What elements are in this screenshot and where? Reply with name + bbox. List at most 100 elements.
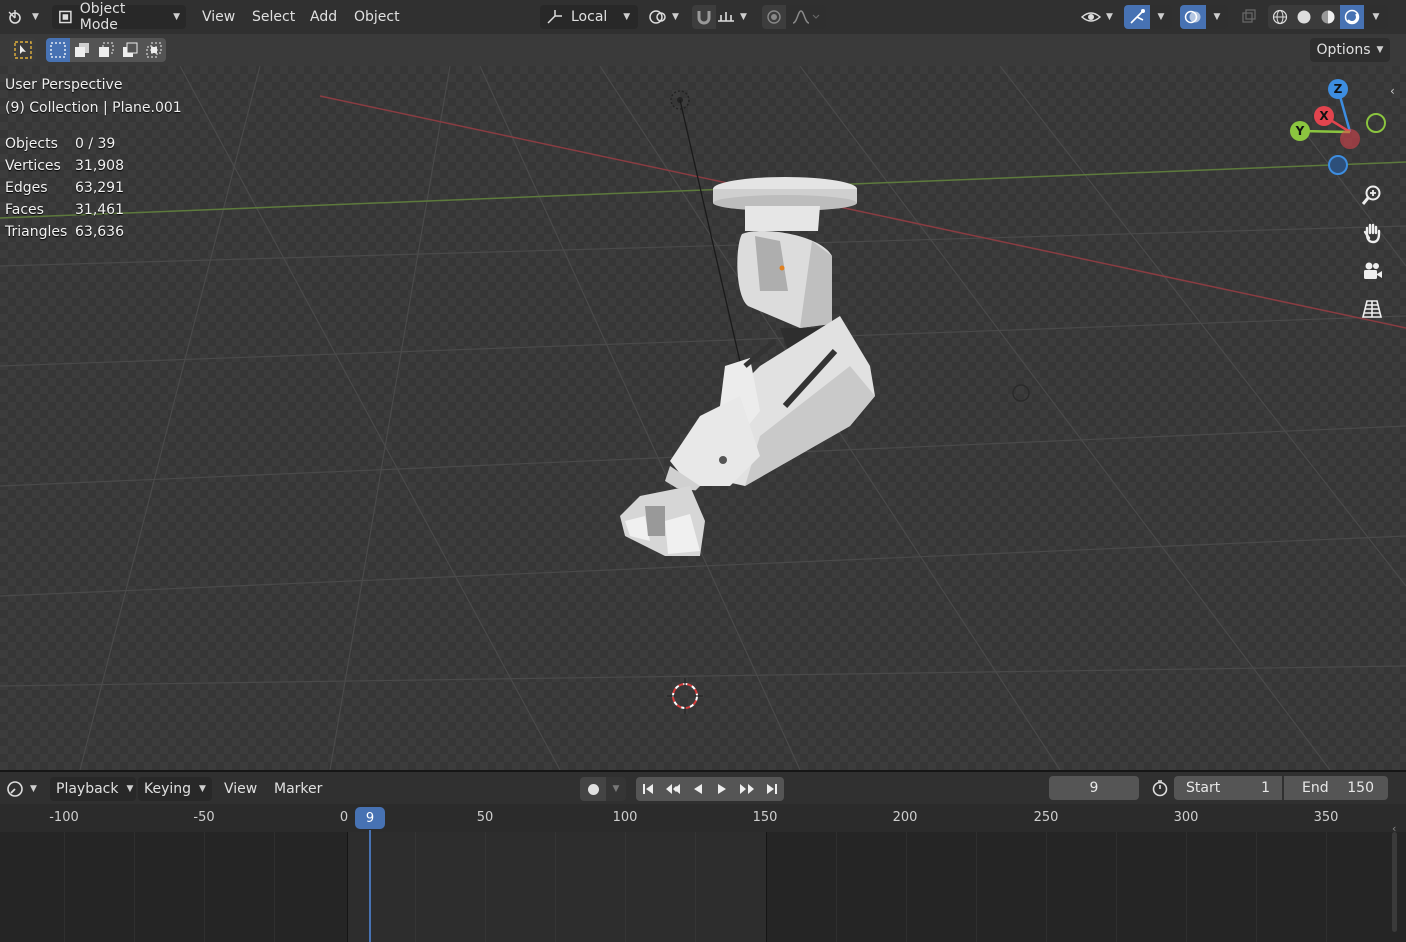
gizmo-z-axis[interactable]: Z [1328,79,1348,99]
select-new-icon [50,42,66,58]
tool-header: Options ▼ [0,34,1406,66]
menu-view[interactable]: View [196,5,241,29]
play-button[interactable] [710,777,734,801]
ruler-tick-label: 150 [752,810,778,825]
play-icon [718,784,726,794]
zoom-button[interactable] [1357,180,1387,210]
playhead-frame-badge[interactable]: 9 [355,807,385,829]
jump-to-start-button[interactable] [636,777,660,801]
mode-dropdown[interactable]: Object Mode ▼ [52,1,186,33]
ruler-tick-label: -100 [49,810,79,825]
timeline-menu-view[interactable]: View [218,777,263,801]
stat-label-triangles: Triangles [5,224,68,240]
overlays-toggle[interactable] [1180,5,1206,29]
gizmo-toggle[interactable] [1124,5,1150,29]
auto-keying-toggle[interactable] [580,777,606,801]
shading-dropdown[interactable]: ▼ [1364,5,1388,29]
chevron-down-icon: ▼ [1376,45,1384,55]
current-frame-field[interactable]: 9 [1049,776,1139,800]
timeline-area[interactable] [0,832,1406,942]
ruler-tick-label: 250 [1033,810,1059,825]
grid-line [555,832,556,942]
chevron-down-icon: ▼ [612,784,620,794]
timeline-scrollbar[interactable] [1392,832,1397,932]
sidebar-toggle-arrow-icon[interactable]: ‹ [1390,84,1395,98]
timeline-menu-marker[interactable]: Marker [268,777,328,801]
shading-rendered[interactable] [1340,5,1364,29]
transform-orientation-dropdown[interactable]: Local ▼ [540,5,638,29]
record-icon [587,783,599,795]
orientation-icon [547,10,562,24]
ortho-perspective-button[interactable] [1357,294,1387,324]
pan-button[interactable] [1357,218,1387,248]
select-mode-invert[interactable] [118,38,142,62]
snap-increment-icon [718,12,734,22]
select-mode-extend[interactable] [70,38,94,62]
start-value: 1 [1261,780,1270,796]
stat-label-objects: Objects [5,136,58,152]
grid-line [1186,832,1187,942]
shading-material[interactable] [1316,5,1340,29]
collection-label: (9) Collection | Plane.001 [5,100,182,116]
shading-solid[interactable] [1292,5,1316,29]
preview-range-toggle[interactable] [1148,776,1172,800]
falloff-dropdown[interactable] [786,5,826,29]
chevron-down-icon: ▼ [1213,12,1221,22]
grid-line [1046,832,1047,942]
stat-label-edges: Edges [5,180,48,196]
overlays-dropdown[interactable]: ▼ [1206,5,1228,29]
pivot-icon [649,10,666,24]
play-reverse-icon [694,784,702,794]
keying-dropdown[interactable]: Keying ▼ [138,777,212,801]
play-reverse-button[interactable] [686,777,710,801]
timeline-editor-type-button[interactable]: ▼ [6,777,44,801]
select-tool-button[interactable] [10,38,36,62]
menu-add[interactable]: Add [304,5,343,29]
jump-to-end-button[interactable] [760,777,784,801]
jump-to-keyframe-prev-button[interactable] [660,777,686,801]
grid-line [134,832,135,942]
visibility-dropdown[interactable]: ▼ [1080,5,1120,29]
start-label: Start [1186,780,1221,796]
start-frame-field[interactable]: Start 1 [1174,776,1282,800]
navigation-gizmo[interactable]: Z X Y [1284,74,1390,184]
proportional-editing-toggle[interactable] [762,5,786,29]
shading-wireframe[interactable] [1268,5,1292,29]
ruler-tick-label: 100 [612,810,638,825]
ruler-tick-label: 300 [1173,810,1199,825]
editor-type-button[interactable]: ▼ [6,5,44,29]
ruler-tick-label: -50 [193,810,215,825]
gizmo-x-axis[interactable]: X [1314,106,1334,126]
grid-line [695,832,696,942]
3d-viewport[interactable]: User Perspective (9) Collection | Plane.… [0,66,1406,770]
xray-toggle[interactable] [1236,5,1262,29]
pivot-point-button[interactable]: ▼ [648,5,684,29]
chevron-down-icon: ▼ [623,12,631,22]
end-frame-field[interactable]: End 150 [1284,776,1388,800]
stat-label-vertices: Vertices [5,158,61,174]
rendered-sphere-icon [1344,9,1360,25]
select-intersect-icon [146,42,162,58]
menu-select[interactable]: Select [246,5,301,29]
gizmo-y-axis[interactable]: Y [1290,121,1310,141]
grid-line [1326,832,1327,942]
keying-label: Keying [144,781,192,797]
select-mode-intersect[interactable] [142,38,166,62]
collapse-arrow-icon[interactable]: ‹ [1392,822,1396,835]
select-mode-new[interactable] [46,38,70,62]
stat-value-objects: 0 / 39 [75,136,116,152]
auto-keying-dropdown[interactable]: ▼ [606,777,626,801]
select-mode-subtract[interactable] [94,38,118,62]
jump-to-keyframe-next-button[interactable] [734,777,760,801]
snap-toggle[interactable] [692,5,716,29]
chevron-down-icon: ▼ [672,12,679,22]
overlays-icon [1184,10,1201,24]
menu-object[interactable]: Object [348,5,406,29]
playback-dropdown[interactable]: Playback ▼ [50,777,136,801]
options-dropdown[interactable]: Options ▼ [1310,38,1390,62]
gizmo-dropdown[interactable]: ▼ [1150,5,1172,29]
snap-target-dropdown[interactable]: ▼ [716,5,756,29]
camera-view-button[interactable] [1357,256,1387,286]
xray-icon [1242,9,1256,23]
chevron-down-icon: ▼ [1106,12,1113,22]
